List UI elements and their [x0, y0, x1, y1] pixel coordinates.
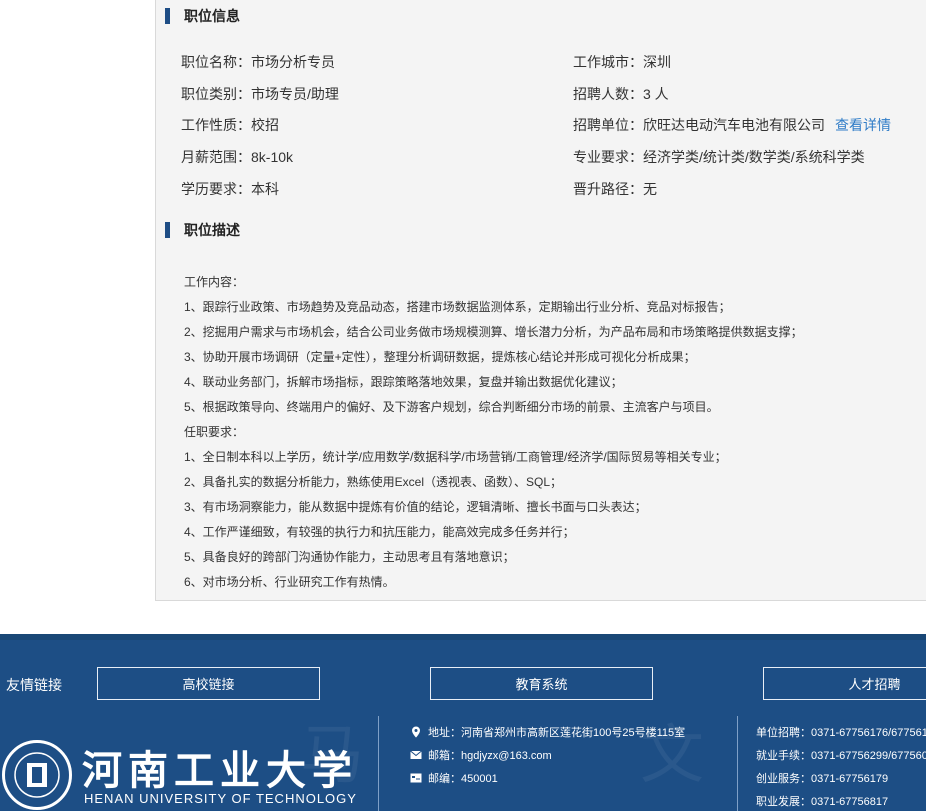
info-label: 工作城市： [573, 54, 643, 70]
desc-heading-requirements: 任职要求： [184, 425, 245, 439]
info-label: 晋升路径： [573, 181, 643, 197]
contact-text: 邮箱：hgdjyzx@163.com [428, 750, 552, 762]
desc-line: 4、联动业务部门，拆解市场指标，跟踪策略落地效果，复盘并输出数据优化建议； [184, 375, 623, 389]
talent-recruitment-button[interactable]: 人才招聘 [763, 667, 926, 700]
info-value: 欣旺达电动汽车电池有限公司 [643, 117, 825, 133]
info-label: 职位名称： [181, 54, 251, 70]
contact-text: 地址：河南省郑州市高新区莲花街100号25号楼115室 [428, 727, 686, 739]
info-value: 无 [643, 181, 657, 197]
info-label: 招聘单位： [573, 117, 643, 133]
mail-icon [410, 750, 422, 759]
info-value: 深圳 [643, 54, 671, 70]
desc-line: 1、全日制本科以上学历，统计学/应用数学/数据科学/市场营销/工商管理/经济学/… [184, 450, 727, 464]
desc-line: 5、根据政策导向、终端用户的偏好、及下游客户规划，综合判断细分市场的前景、主流客… [184, 400, 719, 414]
info-value: 校招 [251, 117, 279, 133]
info-job-category: 职位类别：市场专员/助理 [181, 84, 339, 104]
friend-links-label: 友情链接 [6, 677, 62, 693]
info-headcount: 招聘人数：3 人 [573, 84, 669, 104]
footer-watermark: 文 [640, 719, 704, 793]
desc-line: 4、工作严谨细致，有较强的执行力和抗压能力，能高效完成多任务并行； [184, 525, 575, 539]
location-pin-icon [412, 726, 420, 738]
contact-email: 邮箱：hgdjyzx@163.com [410, 747, 552, 763]
contact-text: 邮编：450001 [428, 773, 498, 785]
desc-line: 2、具备扎实的数据分析能力，熟练使用Excel（透视表、函数）、SQL； [184, 475, 563, 489]
info-work-city: 工作城市：深圳 [573, 52, 671, 72]
info-value: 市场分析专员 [251, 54, 335, 70]
footer-top-band [0, 634, 926, 640]
postcode-icon [410, 773, 422, 783]
info-label: 专业要求： [573, 149, 643, 165]
university-links-button[interactable]: 高校链接 [97, 667, 320, 700]
contact-postcode: 邮编：450001 [410, 770, 498, 786]
hotline-career-development: 职业发展：0371-67756817 [756, 796, 889, 808]
desc-line: 1、跟踪行业政策、市场趋势及竞品动态，搭建市场数据监测体系，定期输出行业分析、竞… [184, 300, 731, 314]
section-title-job-info: 职位信息 [165, 8, 240, 24]
info-education: 学历要求：本科 [181, 179, 279, 199]
info-label: 职位类别： [181, 86, 251, 102]
section-title-job-description: 职位描述 [165, 222, 240, 238]
contact-address: 地址：河南省郑州市高新区莲花街100号25号楼115室 [410, 724, 685, 740]
info-promotion-path: 晋升路径：无 [573, 179, 657, 199]
desc-line: 3、协助开展市场调研（定量+定性），整理分析调研数据，提炼核心结论并形成可视化分… [184, 350, 696, 364]
hotline-entrepreneurship: 创业服务：0371-67756179 [756, 773, 889, 785]
info-value: 8k-10k [251, 149, 294, 165]
education-system-button[interactable]: 教育系统 [430, 667, 653, 700]
info-label: 学历要求： [181, 181, 251, 197]
info-employer: 招聘单位：欣旺达电动汽车电池有限公司 查看详情 [573, 115, 891, 135]
desc-heading-duties: 工作内容： [184, 275, 245, 289]
seal-icon [14, 752, 60, 798]
info-major: 专业要求：经济学类/统计类/数学类/系统科学类 [573, 147, 865, 167]
desc-line: 5、具备良好的跨部门沟通协作能力，主动思考且有落地意识； [184, 550, 515, 564]
info-job-name: 职位名称：市场分析专员 [181, 52, 335, 72]
site-footer: 马 文 友情链接 高校链接 教育系统 人才招聘 地址：河南省郑州市高新区莲花街1… [0, 634, 926, 811]
hotline-procedures: 就业手续：0371-67756299/677560 [756, 750, 926, 762]
info-label: 月薪范围： [181, 149, 251, 165]
info-value: 本科 [251, 181, 279, 197]
info-value: 3 人 [643, 86, 669, 102]
info-salary-range: 月薪范围：8k-10k [181, 147, 293, 167]
university-name-en: HENAN UNIVERSITY OF TECHNOLOGY [84, 791, 357, 806]
hotline-recruitment: 单位招聘：0371-67756176/677561 [756, 727, 926, 739]
desc-line: 6、对市场分析、行业研究工作有热情。 [184, 575, 395, 589]
desc-line: 2、挖掘用户需求与市场机会，结合公司业务做市场规模测算、增长潜力分析，为产品布局… [184, 325, 803, 339]
info-job-nature: 工作性质：校招 [181, 115, 279, 135]
desc-line: 3、有市场洞察能力，能从数据中提炼有价值的结论，逻辑清晰、擅长书面与口头表达； [184, 500, 647, 514]
info-value: 经济学类/统计类/数学类/系统科学类 [643, 149, 865, 165]
university-seal-logo [2, 740, 72, 810]
footer-divider [378, 716, 379, 811]
view-details-link[interactable]: 查看详情 [835, 117, 891, 133]
info-value: 市场专员/助理 [251, 86, 339, 102]
footer-divider [737, 716, 738, 811]
job-description: 工作内容： 1、跟踪行业政策、市场趋势及竞品动态，搭建市场数据监测体系，定期输出… [184, 270, 803, 595]
info-label: 工作性质： [181, 117, 251, 133]
info-label: 招聘人数： [573, 86, 643, 102]
university-name-cn: 河南工业大学 [82, 747, 358, 794]
